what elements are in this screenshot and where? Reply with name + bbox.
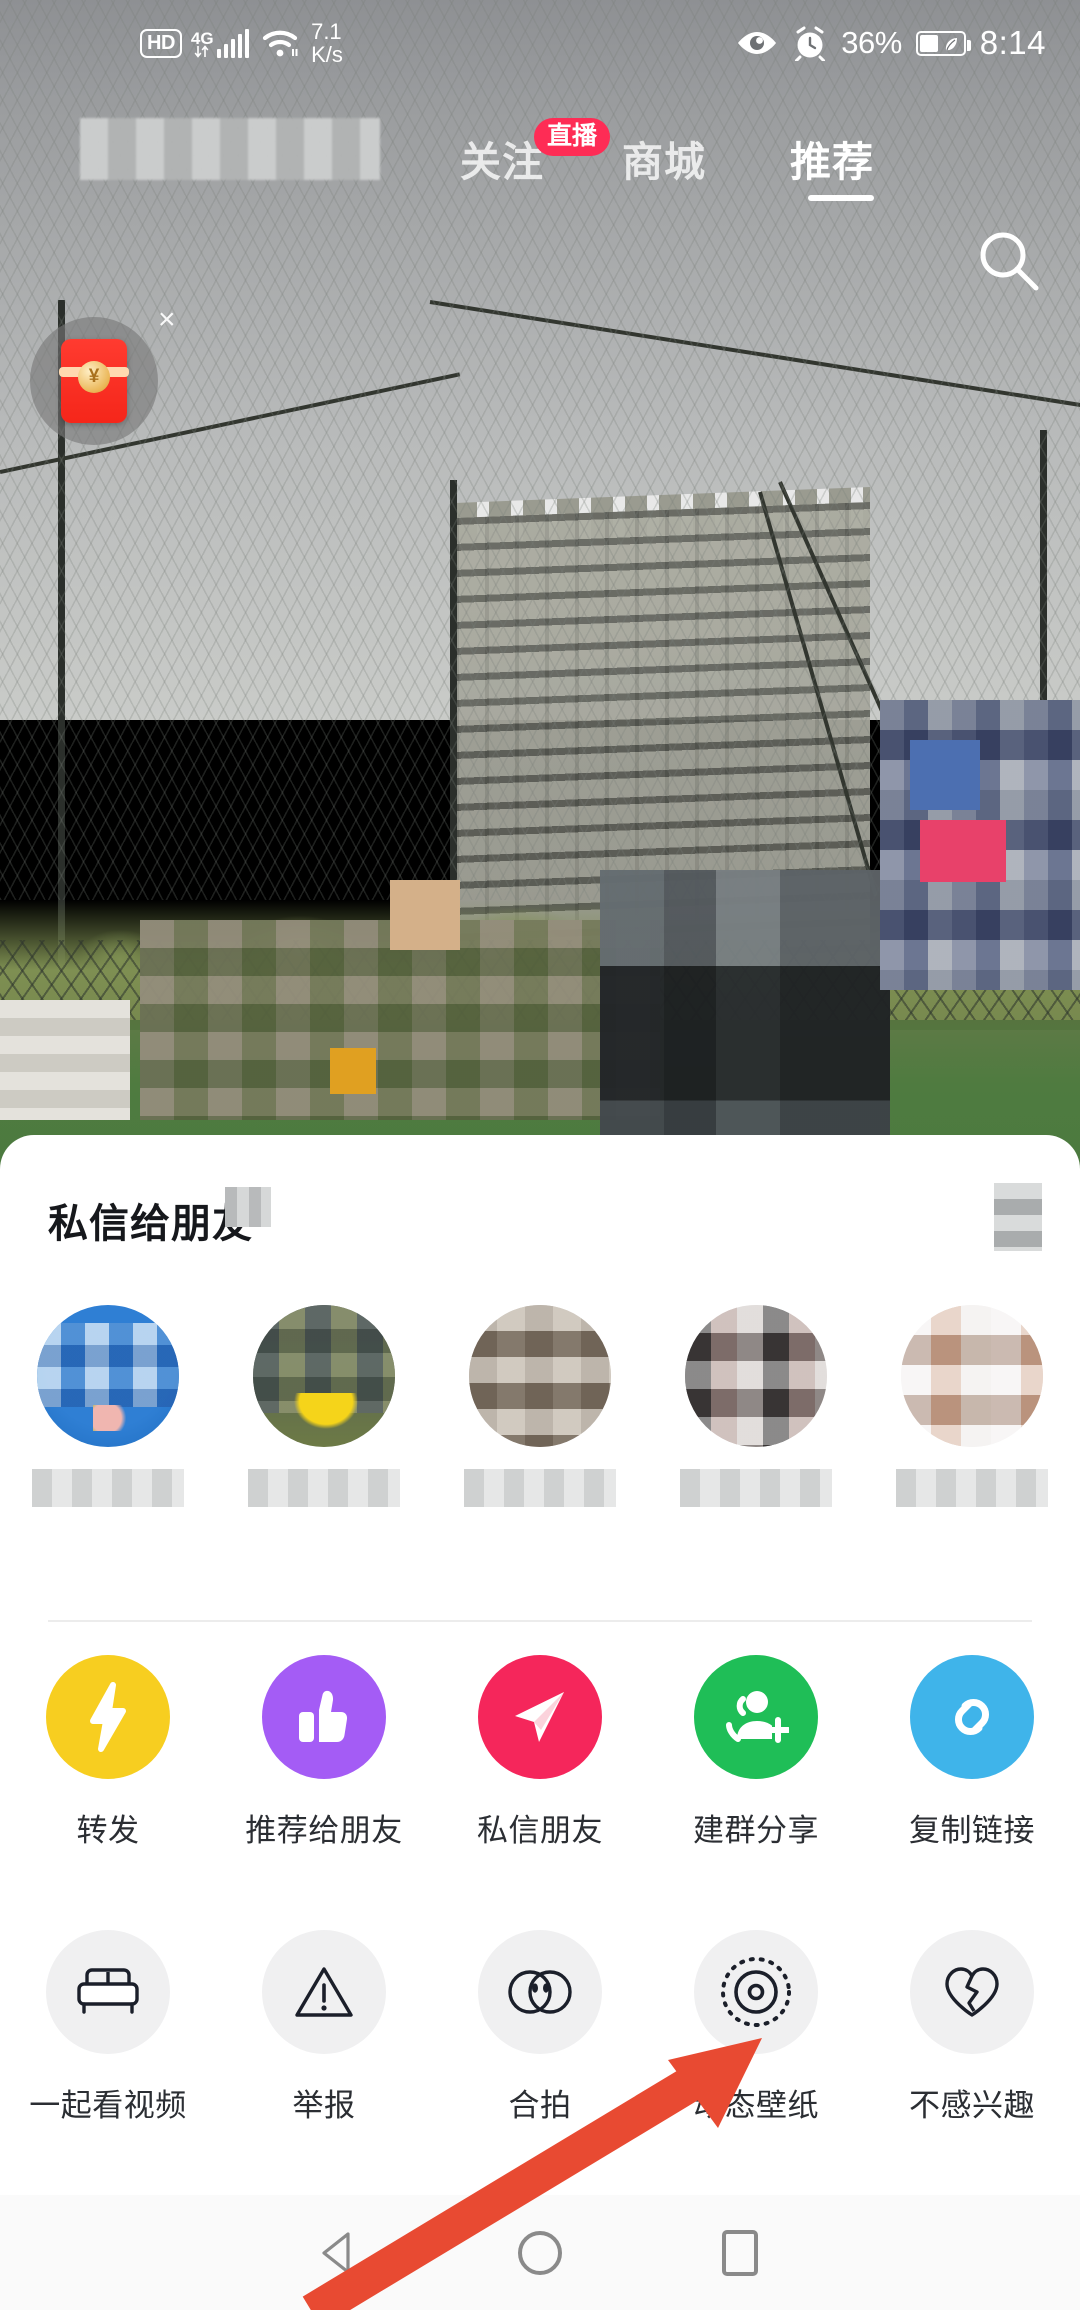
friend-item[interactable] bbox=[231, 1305, 417, 1507]
action-forward[interactable]: 转发 bbox=[8, 1655, 208, 1850]
network-speed-unit: K/s bbox=[311, 42, 343, 67]
share-actions-row-2: 一起看视频 举报 合拍 动态壁纸 不感兴趣 bbox=[0, 1930, 1080, 2200]
tab-recommend[interactable]: 推荐 bbox=[790, 128, 874, 188]
pixelated-ball bbox=[330, 1048, 376, 1094]
pixelated-object bbox=[390, 880, 460, 950]
friend-item[interactable] bbox=[663, 1305, 849, 1507]
live-badge[interactable]: 直播 bbox=[534, 118, 611, 156]
avatar[interactable] bbox=[253, 1305, 395, 1447]
action-duet[interactable]: 合拍 bbox=[440, 1930, 640, 2125]
blurred-username bbox=[80, 118, 380, 180]
paper-plane-icon bbox=[478, 1655, 602, 1779]
back-triangle-icon bbox=[322, 2231, 350, 2274]
thumbs-up-icon bbox=[262, 1655, 386, 1779]
action-label: 合拍 bbox=[508, 2088, 572, 2123]
alarm-clock-icon bbox=[795, 26, 826, 61]
clock: 8:14 bbox=[979, 24, 1046, 61]
tab-mall[interactable]: 商城 bbox=[622, 128, 706, 188]
search-icon[interactable] bbox=[976, 228, 1042, 294]
nav-home-button[interactable] bbox=[440, 2230, 640, 2275]
pixelated-block-blue bbox=[910, 740, 980, 810]
status-bar-right: 36% 8:14 bbox=[735, 24, 1046, 62]
action-label: 举报 bbox=[292, 2088, 356, 2123]
android-navigation-bar bbox=[0, 2195, 1080, 2310]
avatar[interactable] bbox=[685, 1305, 827, 1447]
nav-back-button[interactable] bbox=[240, 2227, 440, 2279]
sofa-icon bbox=[46, 1930, 170, 2054]
recents-square-icon bbox=[722, 2229, 758, 2276]
home-circle-icon bbox=[518, 2230, 562, 2275]
hd-badge: HD bbox=[140, 28, 182, 58]
action-live-wallpaper[interactable]: 动态壁纸 bbox=[656, 1930, 856, 2125]
action-label: 复制链接 bbox=[909, 1813, 1035, 1848]
friend-item[interactable] bbox=[15, 1305, 201, 1507]
network-speed: 7.1 K/s bbox=[311, 20, 343, 66]
action-label: 推荐给朋友 bbox=[245, 1813, 403, 1848]
lightning-bolt-icon bbox=[46, 1655, 170, 1779]
action-label: 不感兴趣 bbox=[909, 2088, 1035, 2123]
action-report[interactable]: 举报 bbox=[224, 1930, 424, 2125]
battery-saver-icon bbox=[915, 30, 971, 56]
broken-heart-icon bbox=[910, 1930, 1034, 2054]
pixelated-block-pink bbox=[920, 820, 1006, 882]
avatar[interactable] bbox=[469, 1305, 611, 1447]
avatar[interactable] bbox=[37, 1305, 179, 1447]
friend-name bbox=[464, 1469, 616, 1507]
friend-share-row[interactable] bbox=[0, 1305, 1080, 1595]
pixelated-dog bbox=[0, 1000, 130, 1120]
friend-name bbox=[32, 1469, 184, 1507]
blurred-corner-element bbox=[994, 1183, 1042, 1251]
red-packet-icon: ¥ bbox=[59, 339, 129, 423]
live-wallpaper-icon bbox=[694, 1930, 818, 2054]
action-label: 建群分享 bbox=[693, 1813, 819, 1848]
signal-bars-icon bbox=[216, 28, 250, 58]
nav-recents-button[interactable] bbox=[640, 2229, 840, 2276]
friend-name bbox=[680, 1469, 832, 1507]
sheet-divider bbox=[48, 1620, 1032, 1622]
action-recommend-to-friend[interactable]: 推荐给朋友 bbox=[224, 1655, 424, 1850]
friend-name bbox=[248, 1469, 400, 1507]
share-bottom-sheet: 私信给朋友 转发 推荐给朋友 私信朋友 建群分享 复制链接 一起看视频 举报 合… bbox=[0, 1135, 1080, 2195]
data-arrows-icon bbox=[194, 45, 209, 58]
action-watch-together[interactable]: 一起看视频 bbox=[8, 1930, 208, 2125]
top-navigation: 关注 商城 推荐 bbox=[0, 100, 1080, 291]
tab-following[interactable]: 关注 bbox=[460, 128, 544, 188]
status-bar: HD 4G 7.1 K/s 36% 8:14 bbox=[0, 0, 1080, 86]
tab-active-underline bbox=[808, 195, 874, 201]
blurred-title-suffix bbox=[225, 1187, 271, 1227]
pixelated-subject-group bbox=[140, 920, 660, 1120]
red-packet-float-button[interactable]: ¥ bbox=[30, 317, 158, 445]
share-sheet-title: 私信给朋友 bbox=[48, 1202, 253, 1246]
signal-group: 4G bbox=[191, 28, 250, 58]
warning-triangle-icon bbox=[262, 1930, 386, 2054]
action-label: 私信朋友 bbox=[477, 1813, 603, 1848]
status-bar-left: HD 4G 7.1 K/s bbox=[140, 20, 343, 66]
action-not-interested[interactable]: 不感兴趣 bbox=[872, 1930, 1072, 2125]
red-packet-close-button[interactable]: × bbox=[158, 305, 176, 335]
action-label: 动态壁纸 bbox=[693, 2088, 819, 2123]
wifi-icon bbox=[262, 30, 298, 57]
link-chain-icon bbox=[910, 1655, 1034, 1779]
action-private-message[interactable]: 私信朋友 bbox=[440, 1655, 640, 1850]
share-actions-row-1: 转发 推荐给朋友 私信朋友 建群分享 复制链接 bbox=[0, 1655, 1080, 1925]
red-packet-coin: ¥ bbox=[78, 361, 110, 393]
network-speed-value: 7.1 bbox=[311, 19, 342, 44]
friend-item[interactable] bbox=[447, 1305, 633, 1507]
add-group-icon bbox=[694, 1655, 818, 1779]
eye-care-icon bbox=[738, 32, 777, 54]
friend-item[interactable] bbox=[879, 1305, 1065, 1507]
action-label: 一起看视频 bbox=[29, 2088, 187, 2123]
duet-faces-icon bbox=[478, 1930, 602, 2054]
action-copy-link[interactable]: 复制链接 bbox=[872, 1655, 1072, 1850]
friend-name bbox=[896, 1469, 1048, 1507]
action-create-group-share[interactable]: 建群分享 bbox=[656, 1655, 856, 1850]
action-label: 转发 bbox=[76, 1813, 140, 1848]
battery-percent: 36% bbox=[841, 25, 902, 60]
avatar[interactable] bbox=[901, 1305, 1043, 1447]
